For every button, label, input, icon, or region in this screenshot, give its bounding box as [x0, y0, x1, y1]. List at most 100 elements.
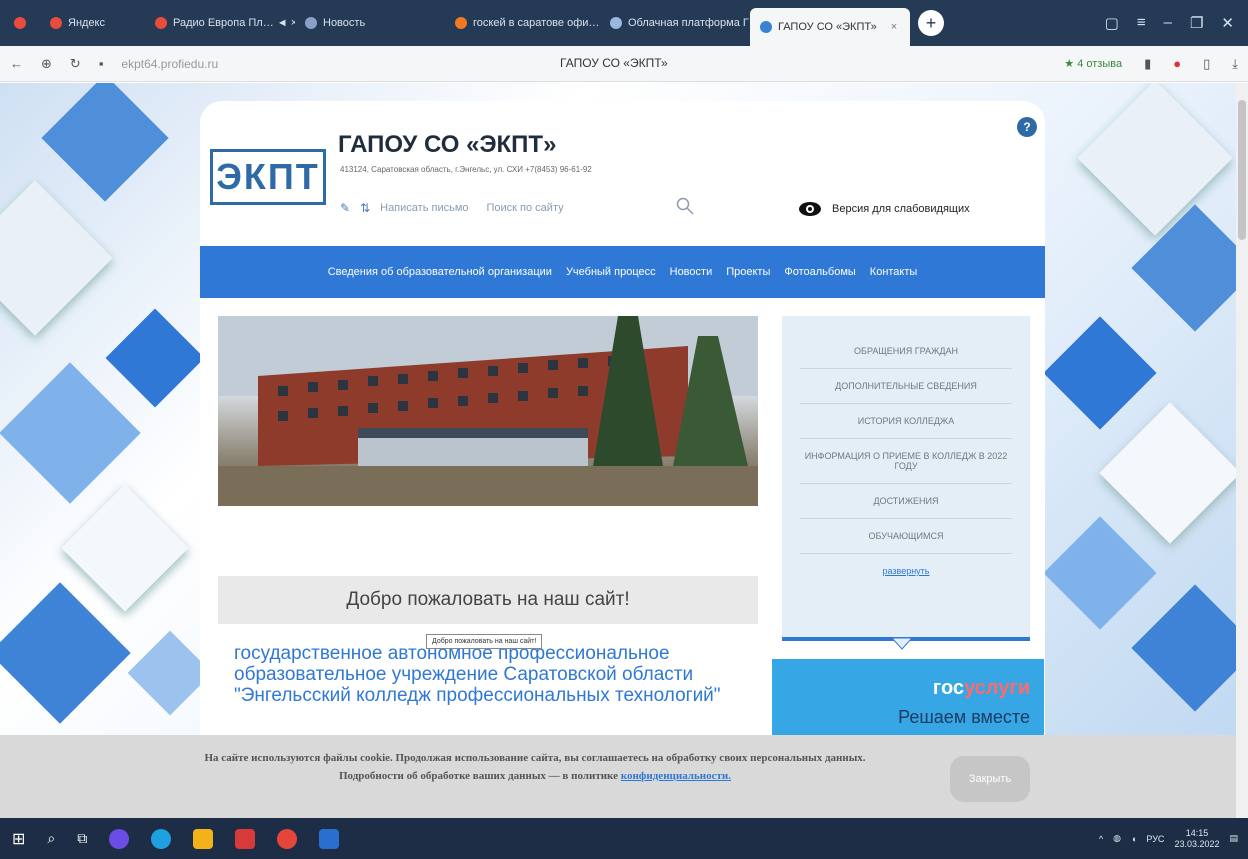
youtube-icon — [155, 17, 167, 29]
task-view-icon[interactable]: ⧉ — [77, 830, 87, 847]
download-icon[interactable]: ⤓ — [1232, 56, 1238, 72]
write-letter-link[interactable]: Написать письмо — [380, 202, 468, 214]
expand-link[interactable]: развернуть — [782, 554, 1030, 576]
site-favicon-icon — [760, 21, 772, 33]
sort-icon[interactable]: ⇅ — [360, 201, 370, 215]
cookie-close-button[interactable]: Закрыть — [950, 756, 1030, 802]
language-indicator[interactable]: РУС — [1146, 834, 1164, 844]
site-logo[interactable]: ЭКПТ — [210, 149, 326, 205]
nav-item-study[interactable]: Учебный процесс — [566, 266, 656, 278]
reload-icon[interactable]: ↻ — [70, 56, 81, 72]
yandex-browser-icon[interactable] — [277, 828, 298, 849]
side-item-students[interactable]: Обучающимся — [800, 519, 1012, 554]
tab-cloud-platform[interactable]: Облачная платформа Г… — [600, 0, 750, 46]
tab-yandex[interactable]: Яндекс — [40, 0, 145, 46]
site-search-input[interactable]: Поиск по сайту — [487, 202, 564, 214]
gosuslugi-logo: госуслуги — [932, 677, 1030, 699]
bookmark-icon[interactable]: ▮ — [1144, 56, 1151, 72]
nav-item-contacts[interactable]: Контакты — [870, 266, 918, 278]
word-icon[interactable] — [319, 828, 340, 849]
decor-diamond — [1043, 516, 1157, 630]
low-vision-link[interactable]: Версия для слабовидящих — [798, 201, 970, 217]
side-menu: Обращения граждан Дополнительные сведени… — [782, 316, 1030, 641]
site-container: ? ЭКПТ ГАПОУ СО «ЭКПТ» 413124, Саратовск… — [200, 101, 1045, 818]
yandex-icon — [50, 17, 62, 29]
edge-icon[interactable] — [151, 828, 172, 849]
chevron-up-icon[interactable]: ^ — [1099, 834, 1103, 844]
window-controls: ▢ ≡ – ❐ ✕ — [1105, 14, 1248, 32]
nav-item-projects[interactable]: Проекты — [726, 266, 770, 278]
site-address: 413124, Саратовская область, г.Энгельс, … — [340, 165, 592, 174]
bookmarks-icon[interactable]: ▢ — [1105, 14, 1119, 32]
clock[interactable]: 14:15 23.03.2022 — [1174, 828, 1219, 850]
decor-diamond — [1131, 584, 1236, 712]
decor-diamond — [61, 484, 189, 612]
protect-icon[interactable]: ⊕ — [41, 56, 52, 72]
help-icon[interactable]: ? — [1017, 117, 1037, 137]
page-title: ГАПОУ СО «ЭКПТ» — [560, 56, 668, 70]
reader-icon[interactable]: ▯ — [1203, 56, 1210, 72]
cookie-text: На сайте используются файлы cookie. Прод… — [204, 752, 866, 782]
maximize-icon[interactable]: ❐ — [1190, 14, 1203, 32]
side-item-history[interactable]: История колледжа — [800, 404, 1012, 439]
pencil-icon[interactable]: ✎ — [340, 201, 350, 215]
tab-search-result[interactable]: госкей в саратове офи… — [445, 0, 600, 46]
network-icon[interactable]: ◍ — [1113, 833, 1121, 844]
welcome-banner: Добро пожаловать на наш сайт! — [218, 576, 758, 624]
nav-item-news[interactable]: Новости — [670, 266, 713, 278]
decor-diamond — [0, 362, 141, 504]
close-tab-icon[interactable]: × — [891, 21, 897, 33]
minimize-icon[interactable]: – — [1164, 14, 1172, 32]
menu-icon[interactable]: ≡ — [1137, 14, 1146, 32]
opera-icon[interactable] — [235, 828, 256, 849]
browser-menu-icon[interactable] — [0, 17, 40, 29]
chevron-down-icon — [892, 638, 912, 650]
eye-icon — [799, 202, 821, 216]
new-tab-button[interactable]: + — [918, 10, 944, 36]
back-icon[interactable]: ← — [10, 56, 23, 71]
gosuslugi-slogan: Решаем вместе — [898, 707, 1030, 727]
decor-diamond — [1043, 316, 1157, 430]
news-icon — [305, 17, 317, 29]
windows-start-icon[interactable]: ⊞ — [12, 829, 25, 849]
organization-name: государственное автономное профессиональ… — [234, 643, 721, 706]
volume-icon[interactable]: ◖ — [1131, 834, 1136, 844]
site-title: ГАПОУ СО «ЭКПТ» — [338, 131, 557, 158]
windows-taskbar: ⊞ ⌕ ⧉ ^ ◍ ◖ РУС 14:15 23.03.2022 ▤ — [0, 818, 1248, 859]
tab-news[interactable]: Новость — [295, 0, 445, 46]
app-icon[interactable] — [109, 828, 130, 849]
side-item-admission[interactable]: Информация о приеме в колледж в 2022 год… — [800, 439, 1012, 484]
decor-diamond — [1099, 402, 1236, 544]
decor-diamond — [0, 582, 131, 724]
side-item-achievements[interactable]: Достижения — [800, 484, 1012, 519]
decor-diamond — [105, 308, 205, 408]
nav-item-info[interactable]: Сведения об образовательной организации — [328, 266, 552, 278]
notifications-icon[interactable]: ▤ — [1229, 833, 1238, 844]
tab-radio[interactable]: Радио Европа Пл… ◄ × — [145, 0, 295, 46]
lock-icon: ▪ — [98, 56, 104, 71]
nav-item-photos[interactable]: Фотоальбомы — [784, 266, 855, 278]
scrollbar-thumb[interactable] — [1238, 100, 1246, 240]
cookie-banner: На сайте используются файлы cookie. Прод… — [0, 735, 1236, 818]
extension-icon[interactable]: ● — [1173, 56, 1181, 71]
privacy-policy-link[interactable]: конфиденциальности. — [621, 770, 731, 782]
close-window-icon[interactable]: ✕ — [1221, 14, 1234, 32]
search-icon[interactable] — [676, 197, 694, 215]
browser-tab-strip: Яндекс Радио Европа Пл… ◄ × Новость госк… — [0, 0, 1248, 46]
reviews-link[interactable]: ★ 4 отзыва — [1064, 57, 1122, 70]
side-item-appeals[interactable]: Обращения граждан — [800, 334, 1012, 369]
search-icon[interactable]: ⌕ — [47, 830, 55, 847]
cloud-icon — [610, 17, 622, 29]
tab-ekpt-active[interactable]: ГАПОУ СО «ЭКПТ» × — [750, 8, 910, 46]
system-tray: ^ ◍ ◖ РУС 14:15 23.03.2022 ▤ — [1099, 828, 1248, 850]
decor-diamond — [0, 180, 113, 336]
search-site-icon — [455, 17, 467, 29]
main-nav: Сведения об образовательной организации … — [200, 246, 1045, 298]
url-field[interactable]: ekpt64.profiedu.ru — [121, 57, 261, 71]
page-viewport: ? ЭКПТ ГАПОУ СО «ЭКПТ» 413124, Саратовск… — [0, 83, 1236, 818]
side-item-additional[interactable]: Дополнительные сведения — [800, 369, 1012, 404]
explorer-icon[interactable] — [193, 828, 214, 849]
college-building-photo — [218, 316, 758, 506]
site-toolbar: ✎ ⇅ Написать письмо Поиск по сайту — [340, 201, 564, 215]
address-bar: ← ⊕ ↻ ▪ ekpt64.profiedu.ru ГАПОУ СО «ЭКП… — [0, 46, 1248, 82]
